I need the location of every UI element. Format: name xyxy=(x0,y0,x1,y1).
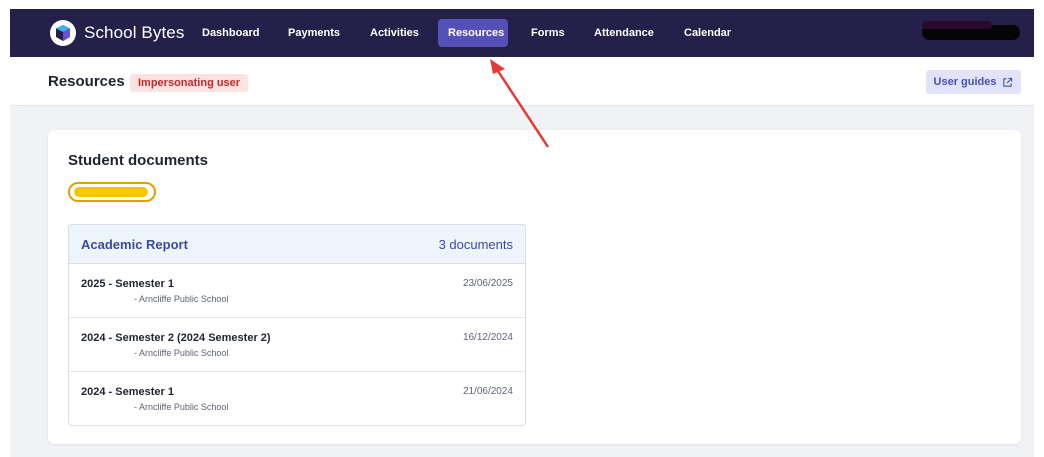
document-school: - Arncliffe Public School xyxy=(134,402,229,412)
nav-resources[interactable]: Resources xyxy=(438,19,508,47)
school-bytes-logo-icon xyxy=(50,20,76,46)
brand-name: School Bytes xyxy=(84,23,185,42)
brand[interactable]: School Bytes xyxy=(50,20,184,46)
document-school: - Arncliffe Public School xyxy=(134,294,229,304)
page-title: Resources xyxy=(48,73,125,90)
academic-report-header[interactable]: Academic Report 3 documents xyxy=(69,225,525,264)
academic-report-title: Academic Report xyxy=(81,237,188,252)
user-guides-button[interactable]: User guides xyxy=(926,70,1021,94)
nav-attendance[interactable]: Attendance xyxy=(584,19,664,47)
student-documents-title: Student documents xyxy=(68,152,209,169)
document-count: 3 documents xyxy=(438,237,513,252)
top-navbar: School Bytes Dashboard Payments Activiti… xyxy=(10,9,1034,57)
document-row[interactable]: 2024 - Semester 2 (2024 Semester 2) - Ar… xyxy=(69,318,525,372)
document-date: 21/06/2024 xyxy=(462,386,513,397)
user-menu-redacted[interactable] xyxy=(922,21,1020,40)
nav-forms[interactable]: Forms xyxy=(521,19,575,47)
document-name[interactable]: 2024 - Semester 1 xyxy=(81,386,174,398)
nav-calendar[interactable]: Calendar xyxy=(674,19,741,47)
impersonating-badge: Impersonating user xyxy=(130,74,249,92)
document-name[interactable]: 2024 - Semester 2 (2024 Semester 2) xyxy=(81,332,271,344)
app-frame: School Bytes Dashboard Payments Activiti… xyxy=(10,9,1034,457)
document-school: - Arncliffe Public School xyxy=(134,348,229,358)
student-documents-card: Student documents Academic Report 3 docu… xyxy=(48,130,1021,444)
external-link-icon xyxy=(1002,77,1013,88)
page-header: Resources Impersonating user User guides xyxy=(10,57,1034,106)
document-date: 23/06/2025 xyxy=(462,278,513,289)
student-selector-chip-redacted[interactable] xyxy=(68,182,156,202)
nav-payments[interactable]: Payments xyxy=(278,19,350,47)
document-row[interactable]: 2025 - Semester 1 - Arncliffe Public Sch… xyxy=(69,264,525,318)
document-date: 16/12/2024 xyxy=(462,332,513,343)
document-row[interactable]: 2024 - Semester 1 - Arncliffe Public Sch… xyxy=(69,372,525,425)
academic-report-panel: Academic Report 3 documents 2025 - Semes… xyxy=(68,224,526,426)
user-guides-label: User guides xyxy=(933,76,997,88)
nav-dashboard[interactable]: Dashboard xyxy=(192,19,269,47)
nav-activities[interactable]: Activities xyxy=(360,19,429,47)
document-name[interactable]: 2025 - Semester 1 xyxy=(81,278,174,290)
